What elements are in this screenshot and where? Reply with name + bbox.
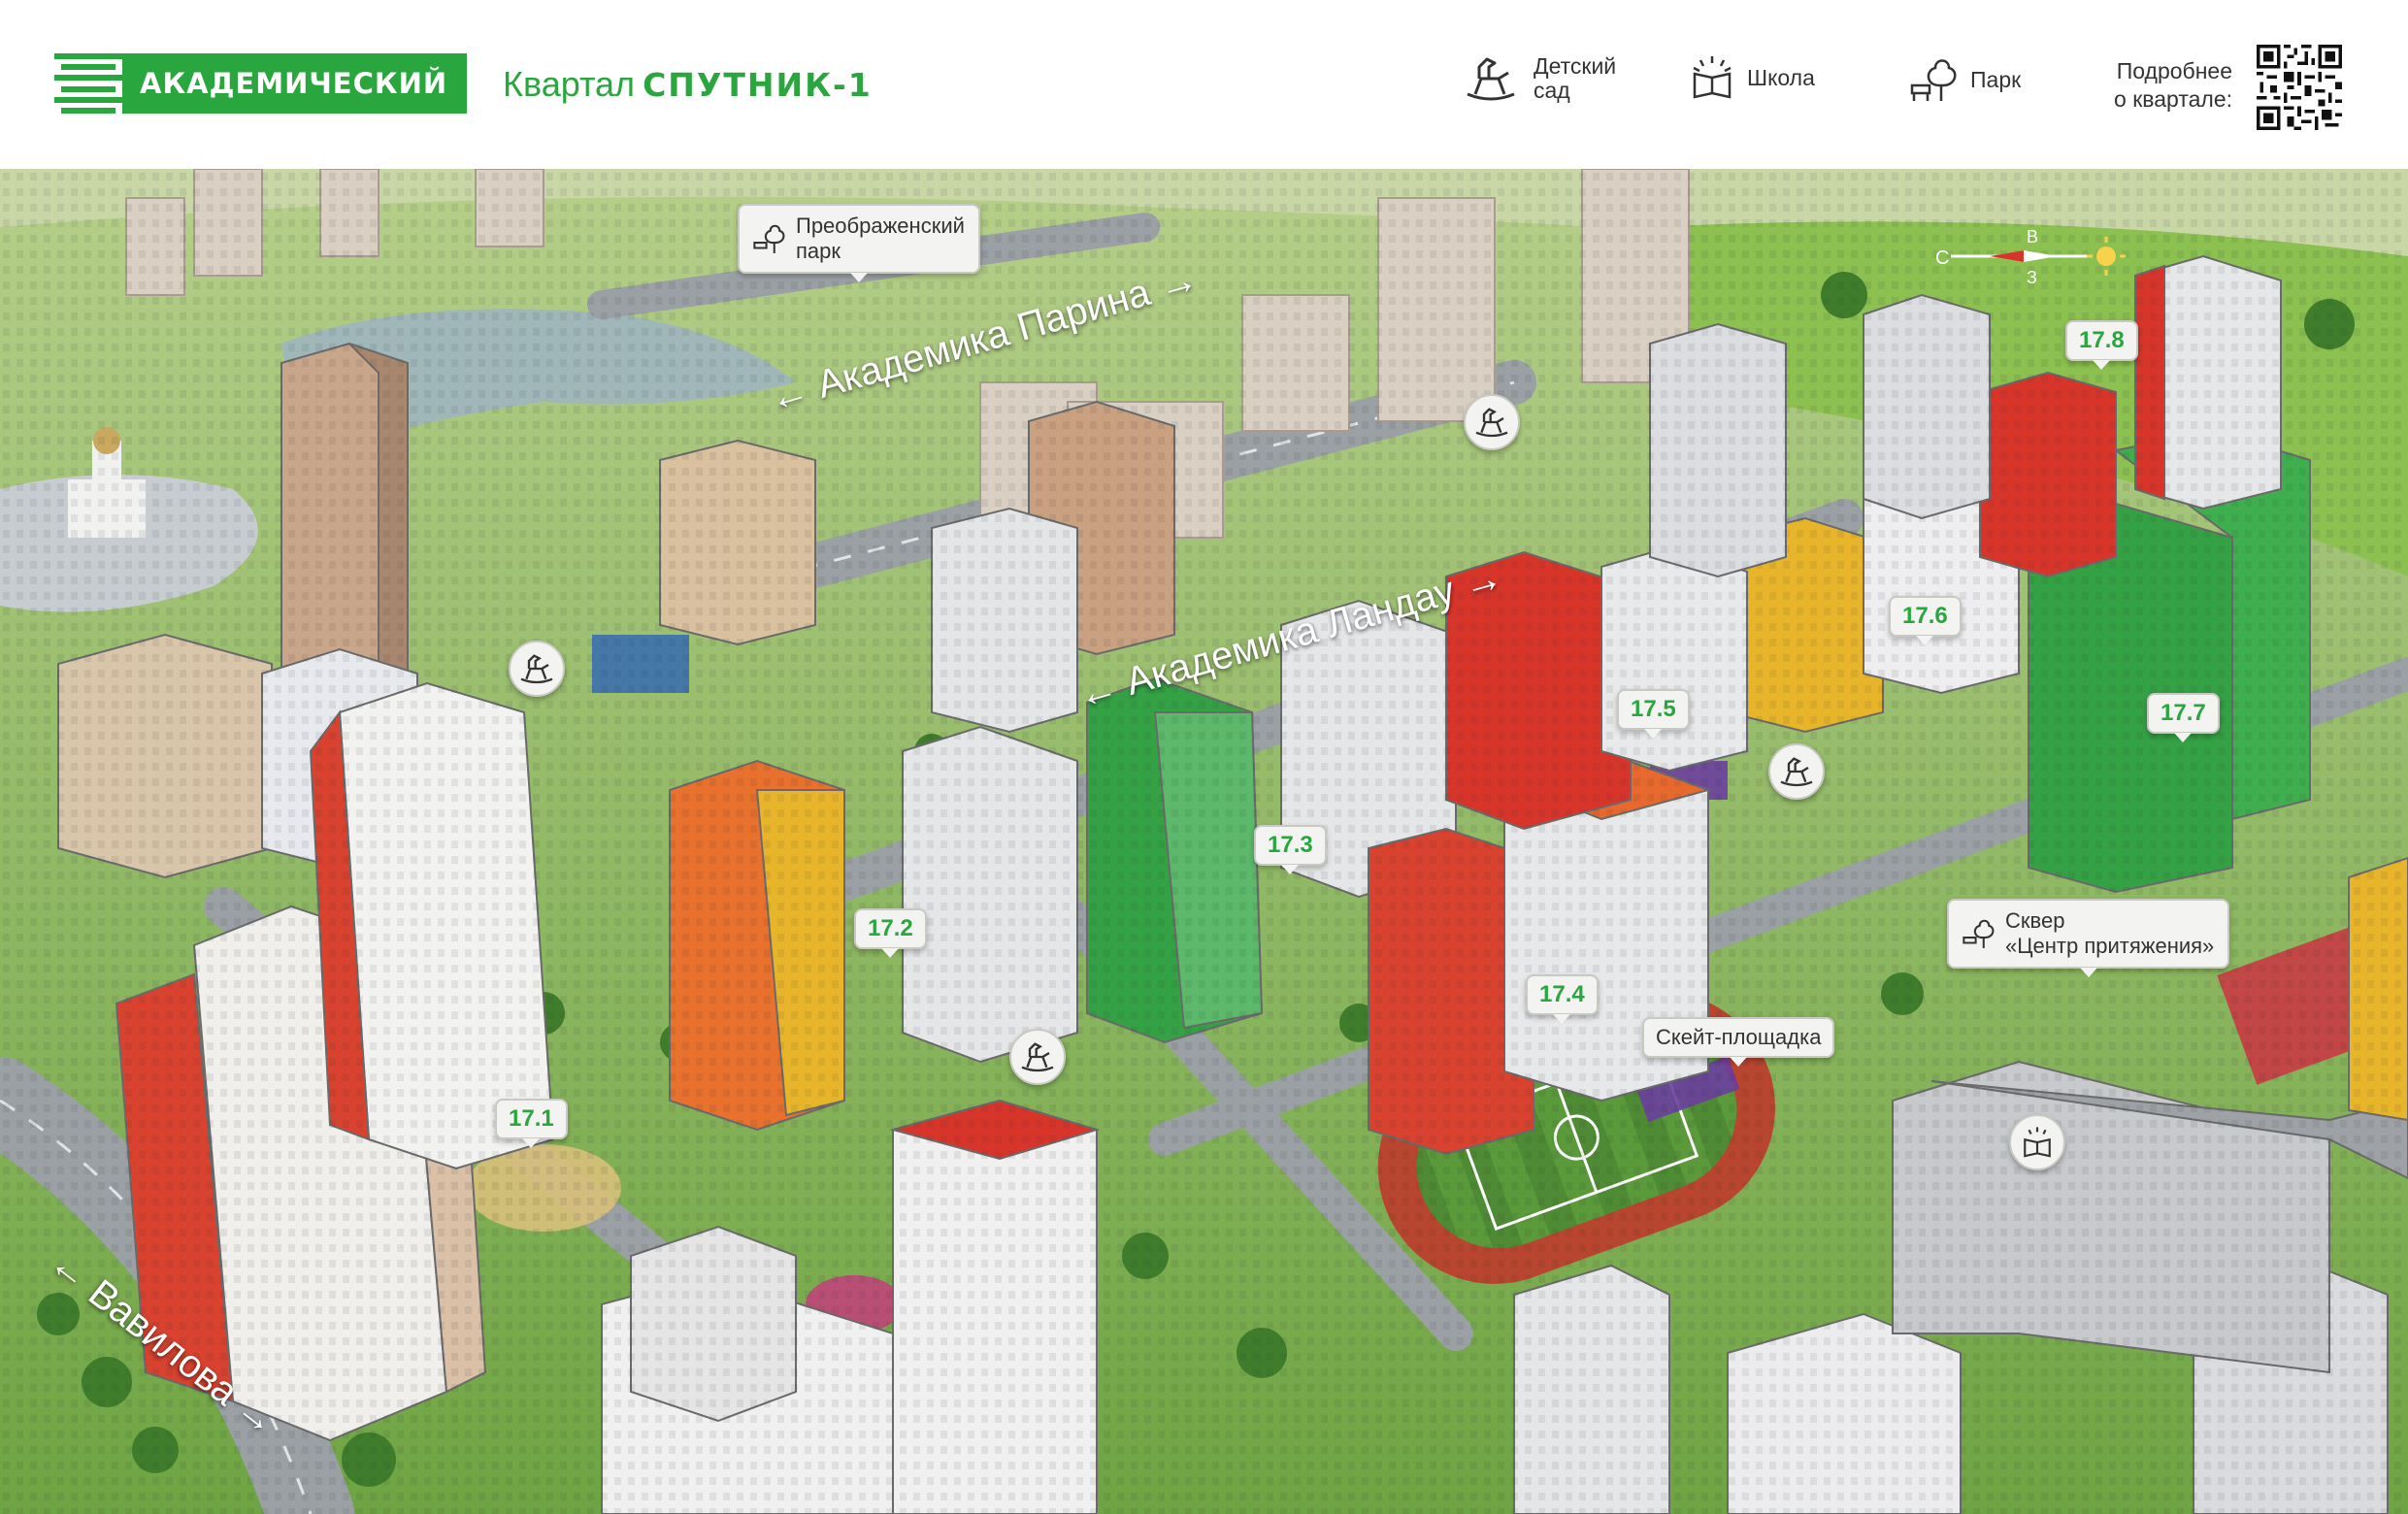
building-tag-17-2[interactable]: 17.2 — [854, 908, 927, 958]
school-pin[interactable] — [2009, 1114, 2065, 1170]
building-tag-17-8[interactable]: 17.8 — [2065, 320, 2138, 370]
building-tag-17-5[interactable]: 17.5 — [1617, 689, 1690, 739]
legend-kindergarten-line2: сад — [1534, 78, 1570, 103]
compass-icon: С В З — [1935, 227, 2126, 285]
building-tag-17-6[interactable]: 17.6 — [1889, 596, 1962, 645]
rocking-horse-icon — [1780, 757, 1813, 787]
square-callout-line1: Сквер — [2005, 908, 2065, 933]
legend-kindergarten-line1: Детский — [1534, 53, 1617, 79]
quarter-title: Квартал СПУТНИК-1 — [503, 64, 873, 105]
legend-kindergarten: Детский сад — [1464, 54, 1616, 103]
rocking-horse-icon — [1021, 1042, 1054, 1072]
building-tag-17-3[interactable]: 17.3 — [1254, 825, 1327, 874]
skate-callout-label: Скейт-площадка — [1656, 1025, 1822, 1049]
rocking-horse-icon — [520, 654, 553, 684]
logo-text: АКАДЕМИЧЕСКИЙ — [122, 53, 468, 114]
aerial-map: 17.1 17.2 17.3 17.4 17.5 17.6 17.7 17.8 … — [0, 169, 2408, 1514]
legend-park-label: Парк — [1970, 66, 2022, 92]
quarter-prefix: Квартал — [503, 64, 636, 104]
kindergarten-pin-2[interactable] — [509, 641, 565, 697]
building-tag-17-7[interactable]: 17.7 — [2147, 693, 2220, 742]
compass-north: С — [1935, 247, 1949, 269]
square-callout-line2: «Центр притяжения» — [2005, 934, 2215, 958]
logo-stripes-icon — [54, 53, 122, 114]
book-icon — [1693, 56, 1732, 99]
compass-west: В — [2027, 227, 2038, 247]
qr-code-icon[interactable] — [2257, 45, 2342, 130]
legend-school: Школа — [1691, 54, 1815, 101]
aerial-scene — [0, 169, 2408, 1514]
skate-callout[interactable]: Скейт-площадка — [1642, 1017, 1835, 1067]
tree-bench-icon — [1963, 919, 1995, 948]
logo[interactable]: АКАДЕМИЧЕСКИЙ — [54, 53, 468, 114]
tree-bench-icon — [753, 224, 785, 253]
legend-school-label: Школа — [1747, 64, 1815, 90]
legend-park: Парк — [1910, 56, 2021, 103]
park-callout-line1: Преображенский — [796, 214, 965, 238]
square-callout[interactable]: Сквер «Центр притяжения» — [1947, 899, 2230, 977]
rocking-horse-icon — [1467, 57, 1515, 101]
kindergarten-pin-1[interactable] — [1464, 394, 1520, 450]
header: АКАДЕМИЧЕСКИЙ Квартал СПУТНИК-1 Детский са… — [0, 0, 2408, 169]
more-line2: о квартале: — [2114, 86, 2232, 112]
more-line1: Подробнее — [2116, 58, 2232, 83]
quarter-name: СПУТНИК-1 — [643, 66, 873, 104]
building-tag-17-1[interactable]: 17.1 — [495, 1099, 568, 1148]
building-tag-17-4[interactable]: 17.4 — [1526, 974, 1599, 1024]
tree-bench-icon — [1910, 59, 1957, 101]
kindergarten-pin-4[interactable] — [1009, 1029, 1066, 1085]
kindergarten-pin-3[interactable] — [1768, 743, 1825, 800]
rocking-horse-icon — [1475, 408, 1508, 438]
compass-south: З — [2027, 268, 2037, 285]
more-info-label: Подробнее о квартале: — [2087, 57, 2232, 114]
book-icon — [2024, 1127, 2051, 1158]
park-callout-line2: парк — [796, 239, 841, 263]
park-callout[interactable]: Преображенский парк — [738, 204, 980, 282]
